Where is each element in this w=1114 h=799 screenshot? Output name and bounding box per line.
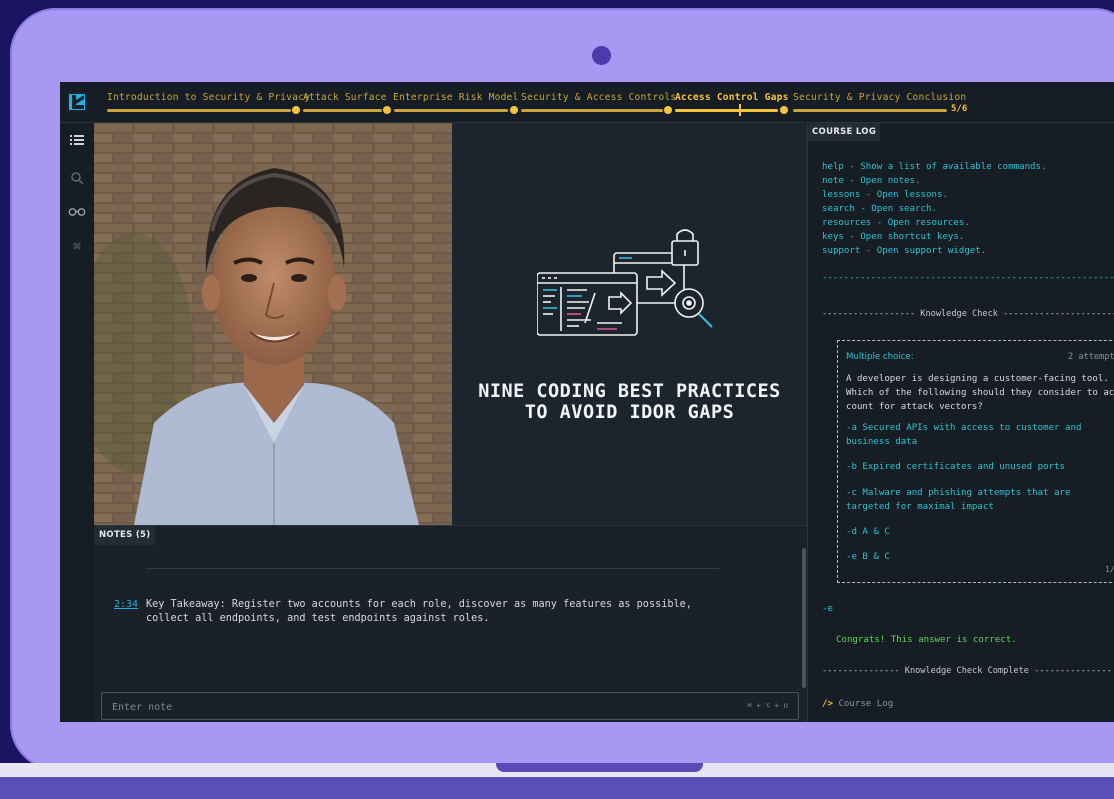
notes-scrollbar[interactable] (802, 548, 806, 688)
module-complete-dot (780, 106, 788, 114)
laptop-notch (496, 763, 703, 772)
knowledge-check-card: Multiple choice: 2 attempts A developer … (837, 340, 1114, 583)
slide-title: NINE CODING BEST PRACTICES TO AVOID IDOR… (452, 381, 807, 423)
command-resources: resources - Open resources. (822, 218, 970, 228)
question-type: Multiple choice: (846, 352, 914, 362)
command-note: note - Open notes. (822, 176, 921, 186)
command-keys: keys - Open shortcut keys. (822, 232, 965, 242)
note-timestamp-link[interactable]: 2:34 (114, 599, 138, 610)
course-log-tab[interactable]: COURSE LOG (808, 123, 881, 141)
notes-divider (146, 568, 719, 569)
module-access-control-gaps[interactable]: Access Control Gaps (675, 92, 789, 103)
log-prompt[interactable]: /> Course Log (822, 699, 893, 709)
prompt-text: Course Log (838, 699, 894, 709)
slide-title-line-1: NINE CODING BEST PRACTICES (478, 381, 781, 402)
command-help: help - Show a list of available commands… (822, 162, 1047, 172)
module-complete-dot (664, 106, 672, 114)
option-d[interactable]: -d A & C (846, 525, 1114, 539)
option-a[interactable]: -a Secured APIs with access to customer … (846, 421, 1114, 449)
module-complete-dot (292, 106, 300, 114)
slide-title-line-2: TO AVOID IDOR GAPS (524, 402, 735, 423)
option-b[interactable]: -b Expired certificates and unused ports (846, 460, 1114, 474)
list-icon[interactable] (68, 134, 86, 152)
module-security-access-controls[interactable]: Security & Access Controls (521, 92, 676, 103)
code-security-illustration (537, 229, 713, 336)
module-track (107, 109, 291, 112)
glasses-icon[interactable] (68, 205, 86, 223)
left-rail: ⌘ ? (60, 123, 95, 722)
command-icon[interactable]: ⌘ (68, 239, 86, 257)
note-input[interactable] (110, 697, 674, 717)
note-input-box: ⌘ + ⌥ + n (101, 692, 799, 720)
module-track (521, 109, 663, 112)
playback-scrubber[interactable] (739, 104, 741, 116)
question-page: 1/1 (1105, 565, 1114, 574)
option-c[interactable]: -c Malware and phishing attempts that ar… (846, 486, 1114, 514)
module-enterprise-risk[interactable]: Enterprise Risk Model (393, 92, 519, 103)
notes-tab[interactable]: NOTES (5) (94, 526, 156, 545)
option-e[interactable]: -e B & C (846, 550, 1114, 564)
prompt-arrow-icon: /> (822, 699, 833, 709)
command-search: search - Open search. (822, 204, 937, 214)
attempts-count: 2 attempts (1068, 352, 1114, 362)
webcam-icon (592, 46, 611, 65)
laptop-base (0, 777, 1114, 799)
knowledge-check-header: ------------------ Knowledge Check -----… (822, 309, 1114, 319)
module-complete-dot (510, 106, 518, 114)
module-conclusion[interactable]: Security & Privacy Conclusion (793, 92, 966, 103)
notes-panel: NOTES (5) 2:34 Key Takeaway: Register tw… (94, 525, 807, 722)
question-text: A developer is designing a customer-faci… (846, 374, 1114, 412)
instructor-video-frame (94, 123, 452, 525)
brand-logo-icon[interactable] (67, 92, 87, 112)
module-progress-bar: Introduction to Security & Privacy Attac… (60, 82, 1114, 123)
course-log-panel: COURSE LOG help - Show a list of availab… (807, 123, 1114, 722)
note-shortcut-hint: ⌘ + ⌥ + n (747, 701, 788, 710)
progress-count: 5/6 (951, 104, 968, 114)
log-separator: ----------------------------------------… (822, 273, 1114, 283)
answer-result: Congrats! This answer is correct. (836, 635, 1017, 645)
submitted-answer: -e (822, 604, 833, 614)
module-track (303, 109, 382, 112)
app-screen: Introduction to Security & Privacy Attac… (60, 82, 1114, 722)
module-introduction[interactable]: Introduction to Security & Privacy (107, 92, 310, 103)
command-lessons: lessons - Open lessons. (822, 190, 948, 200)
module-track-active (675, 109, 778, 112)
search-icon[interactable] (68, 171, 86, 189)
module-track (394, 109, 508, 112)
video-player[interactable]: NINE CODING BEST PRACTICES TO AVOID IDOR… (94, 123, 807, 525)
module-complete-dot (383, 106, 391, 114)
module-track (793, 109, 947, 112)
knowledge-check-complete: --------------- Knowledge Check Complete… (822, 666, 1112, 676)
note-text: Key Takeaway: Register two accounts for … (146, 599, 692, 624)
command-support: support - Open support widget. (822, 246, 987, 256)
module-attack-surface[interactable]: Attack Surface (303, 92, 387, 103)
video-slide: NINE CODING BEST PRACTICES TO AVOID IDOR… (452, 123, 807, 525)
